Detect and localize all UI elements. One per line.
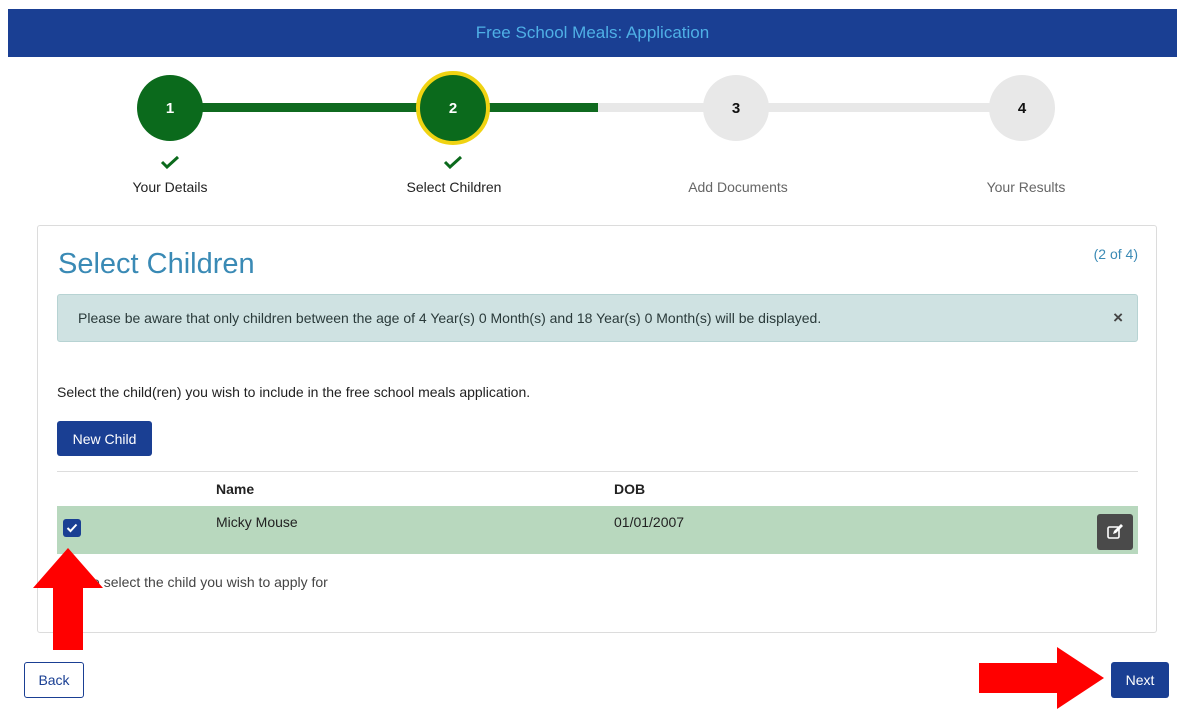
step-3-label: Add Documents	[688, 179, 788, 195]
step-2-circle[interactable]: 2	[416, 71, 490, 145]
annotation-arrow-right-icon	[979, 647, 1104, 709]
new-child-button[interactable]: New Child	[57, 421, 152, 456]
child-name: Micky Mouse	[216, 514, 298, 530]
column-header-name: Name	[216, 481, 255, 497]
children-table: Name DOB Micky Mouse 01/01/2007	[57, 471, 1138, 554]
step-4-number: 4	[1017, 99, 1027, 117]
step-2-label: Select Children	[406, 179, 502, 195]
step-1-number: 1	[165, 99, 175, 117]
table-row[interactable]: Micky Mouse 01/01/2007	[57, 506, 1138, 554]
step-1-circle[interactable]: 1	[137, 75, 203, 141]
step-1-label: Your Details	[132, 179, 208, 195]
age-info-alert: Please be aware that only children betwe…	[57, 294, 1138, 342]
column-header-dob: DOB	[614, 481, 646, 497]
step-indicator: (2 of 4)	[1093, 246, 1138, 262]
page-title: Select Children	[58, 248, 255, 280]
step-2-check-icon	[443, 155, 463, 169]
stepper-track-complete	[202, 103, 598, 112]
step-4-circle[interactable]: 4	[989, 75, 1055, 141]
alert-text: Please be aware that only children betwe…	[78, 310, 822, 326]
instructions-text: Select the child(ren) you wish to includ…	[57, 384, 531, 400]
header-title: Free School Meals: Application	[475, 23, 710, 42]
alert-close-icon[interactable]: ×	[1113, 308, 1123, 328]
child-dob: 01/01/2007	[614, 514, 685, 530]
back-button[interactable]: Back	[24, 662, 84, 698]
stepper-track-pending	[598, 103, 991, 112]
edit-child-button[interactable]	[1097, 514, 1133, 550]
checkbox-check-icon	[66, 523, 78, 533]
step-3-circle[interactable]: 3	[703, 75, 769, 141]
step-3-number: 3	[731, 99, 741, 117]
next-button[interactable]: Next	[1111, 662, 1169, 698]
app-header: Free School Meals: Application	[8, 9, 1177, 57]
table-header: Name DOB	[57, 471, 1138, 507]
step-1-check-icon	[160, 155, 180, 169]
step-2-number: 2	[448, 99, 458, 117]
child-select-checkbox[interactable]	[63, 519, 81, 537]
annotation-arrow-up-icon	[33, 548, 103, 650]
select-children-panel: Select Children (2 of 4) Please be aware…	[37, 225, 1157, 633]
edit-icon	[1107, 524, 1123, 539]
step-4-label: Your Results	[986, 179, 1066, 195]
